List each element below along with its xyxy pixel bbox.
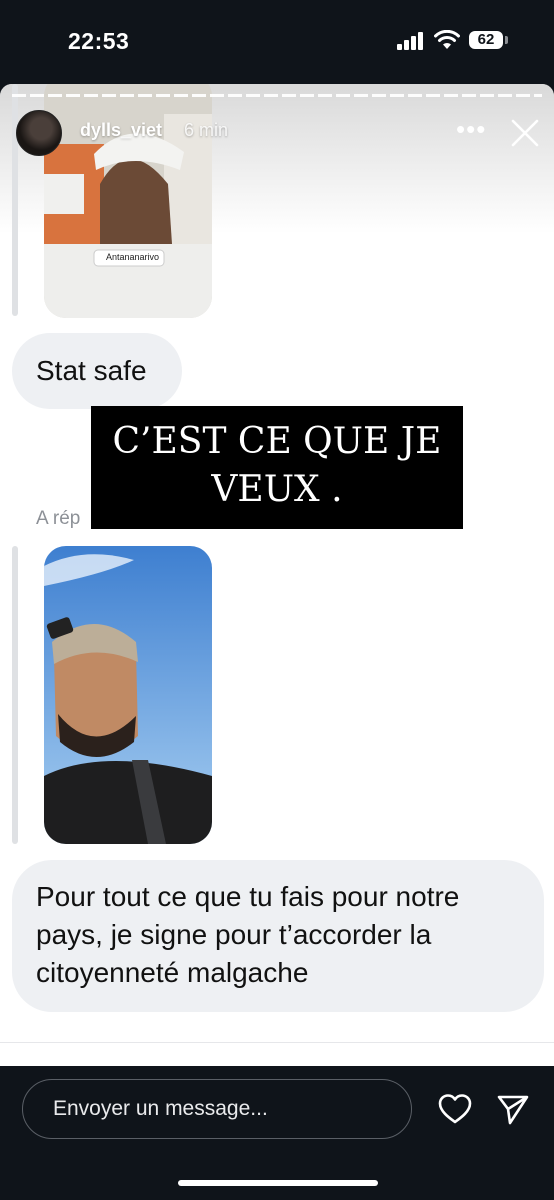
status-time: 22:53	[68, 28, 130, 54]
status-bar: 22:53 62	[0, 0, 554, 84]
reply-label: A rép	[36, 508, 81, 529]
story-header: dylls_viet 6 min •••	[16, 110, 546, 156]
video-thumbnail[interactable]	[44, 546, 212, 844]
text-overlay: C’EST CE QUE JE VEUX .	[91, 406, 463, 529]
battery-indicator: 62	[469, 31, 503, 49]
message-text: Pour tout ce que tu fais pour notre pays…	[36, 881, 460, 988]
reply-bar	[12, 546, 18, 844]
message-bubble: Pour tout ce que tu fais pour notre pays…	[12, 860, 544, 1012]
message-input[interactable]: Envoyer un message...	[22, 1079, 412, 1139]
story-time-ago: 6 min	[184, 120, 229, 140]
wifi-icon	[434, 30, 460, 49]
cellular-signal-icon	[397, 32, 423, 50]
home-indicator	[178, 1180, 378, 1186]
avatar[interactable]	[16, 110, 62, 156]
more-icon[interactable]: •••	[456, 114, 486, 144]
message-bubble: Stat safe	[12, 333, 182, 409]
story-username[interactable]: dylls_viet	[80, 120, 162, 141]
close-icon[interactable]	[510, 118, 540, 148]
battery-nub	[505, 36, 508, 44]
story-divider	[0, 1042, 554, 1043]
send-icon[interactable]	[496, 1093, 530, 1125]
story-progress-bar	[12, 94, 542, 97]
overlay-line: C’EST CE QUE JE	[112, 421, 442, 462]
location-tag: Antananarivo	[106, 252, 160, 262]
story-card[interactable]: Antananarivo Stat safe A rép Pour tout c…	[0, 84, 554, 1066]
video-frame-image	[44, 546, 212, 844]
overlay-line: VEUX .	[211, 469, 343, 510]
heart-icon[interactable]	[437, 1093, 473, 1125]
message-text: Stat safe	[36, 355, 147, 386]
